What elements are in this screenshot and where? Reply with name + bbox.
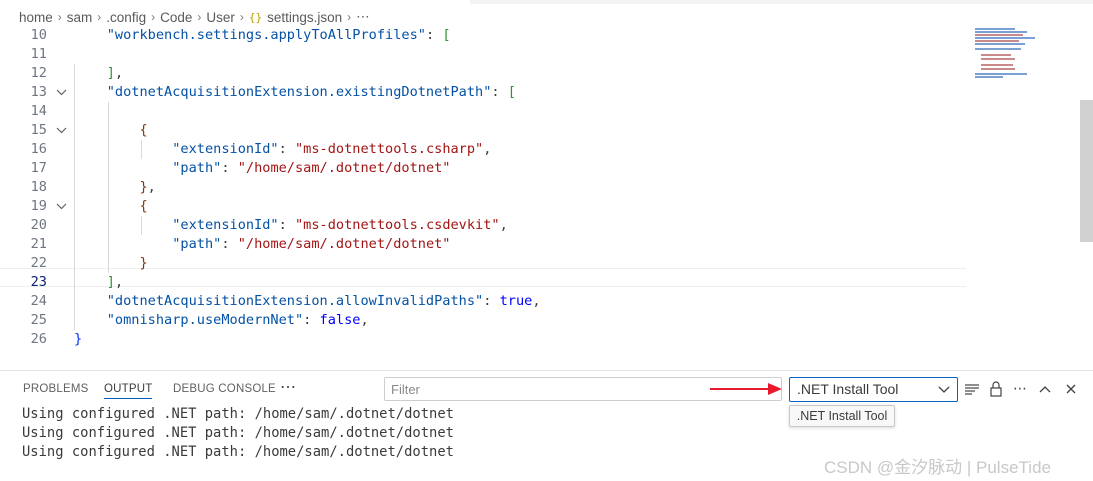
line-number: 13	[30, 84, 47, 100]
watermark: CSDN @金汐脉动 | PulseTide	[824, 458, 1051, 477]
output-line: Using configured .NET path: /home/sam/.d…	[22, 444, 454, 460]
code-text: }	[139, 255, 148, 271]
lock-icon[interactable]	[987, 379, 1005, 399]
line-number: 21	[30, 236, 47, 252]
red-arrow-annotation	[710, 383, 782, 395]
line-number: 10	[30, 27, 47, 43]
output-channel-value: .NET Install Tool	[797, 381, 899, 397]
line-number: 25	[30, 312, 47, 328]
channel-tooltip: .NET Install Tool	[789, 405, 895, 427]
line-number: 26	[30, 331, 47, 347]
line-number: 17	[30, 160, 47, 176]
breadcrumb-user[interactable]: User	[206, 10, 235, 25]
output-channel-select[interactable]: .NET Install Tool	[789, 377, 958, 402]
code-text: "extensionId": "ms-dotnettools.csdevkit"…	[172, 217, 508, 233]
breadcrumb-more[interactable]: ⋯	[356, 9, 370, 25]
more-tabs-icon[interactable]: ⋯	[280, 377, 296, 397]
code-editor[interactable]: 10 "workbench.settings.applyToAllProfile…	[0, 26, 1093, 353]
code-text: ],	[106, 65, 124, 81]
tab-problems[interactable]: PROBLEMS	[23, 383, 89, 395]
line-number: 15	[30, 122, 47, 138]
code-text: "path": "/home/sam/.dotnet/dotnet"	[172, 160, 451, 176]
breadcrumb-file[interactable]: settings.json	[267, 10, 342, 25]
code-text: }	[74, 331, 83, 347]
breadcrumb-code[interactable]: Code	[160, 10, 192, 25]
breadcrumb-config[interactable]: .config	[106, 10, 146, 25]
code-text: "omnisharp.useModernNet": false,	[106, 312, 369, 328]
minimap[interactable]	[975, 26, 1045, 86]
code-text: "workbench.settings.applyToAllProfiles":…	[106, 27, 451, 43]
vertical-scrollbar[interactable]	[1080, 100, 1093, 242]
code-line[interactable]: 22 }	[0, 254, 966, 273]
chevron-down-icon	[938, 378, 950, 409]
code-line[interactable]: 17 "path": "/home/sam/.dotnet/dotnet"	[0, 159, 966, 178]
line-number: 12	[30, 65, 47, 81]
line-number: 16	[30, 141, 47, 157]
tab-debug-console[interactable]: DEBUG CONSOLE	[173, 383, 276, 395]
code-line[interactable]: 23 ],	[0, 273, 966, 292]
code-line[interactable]: 19 {	[0, 197, 966, 216]
line-number: 23	[30, 274, 47, 290]
code-text: },	[139, 179, 156, 195]
line-number: 24	[30, 293, 47, 309]
close-icon[interactable]	[1062, 379, 1080, 399]
code-line[interactable]: 12 ],	[0, 64, 966, 83]
code-text: {	[139, 122, 148, 138]
code-line[interactable]: 20 "extensionId": "ms-dotnettools.csdevk…	[0, 216, 966, 235]
code-line[interactable]: 14	[0, 102, 966, 121]
chevron-right-icon: ›	[347, 10, 352, 24]
chevron-right-icon: ›	[57, 10, 62, 24]
maximize-icon[interactable]	[1036, 379, 1054, 399]
breadcrumb-home[interactable]: home	[19, 10, 53, 25]
line-number: 22	[30, 255, 47, 271]
chevron-right-icon: ›	[151, 10, 156, 24]
line-number: 18	[30, 179, 47, 195]
output-line: Using configured .NET path: /home/sam/.d…	[22, 425, 454, 441]
code-line[interactable]: 11	[0, 45, 966, 64]
chevron-right-icon: ›	[239, 10, 244, 24]
code-text: "dotnetAcquisitionExtension.existingDotn…	[106, 84, 516, 100]
chevron-right-icon: ›	[197, 10, 202, 24]
word-wrap-icon[interactable]	[963, 379, 981, 399]
breadcrumb-sam[interactable]: sam	[67, 10, 93, 25]
line-number: 11	[30, 46, 47, 62]
panel-divider	[0, 370, 1093, 371]
code-line[interactable]: 21 "path": "/home/sam/.dotnet/dotnet"	[0, 235, 966, 254]
json-file-icon: {}	[248, 10, 263, 24]
chevron-right-icon: ›	[97, 10, 102, 24]
code-line[interactable]: 25 "omnisharp.useModernNet": false,	[0, 311, 966, 330]
code-line[interactable]: 16 "extensionId": "ms-dotnettools.csharp…	[0, 140, 966, 159]
code-text: "path": "/home/sam/.dotnet/dotnet"	[172, 236, 451, 252]
tab-output[interactable]: OUTPUT	[104, 383, 153, 399]
panel-tab-bar: PROBLEMS OUTPUT DEBUG CONSOLE ⋯	[0, 377, 380, 403]
code-line[interactable]: 13 "dotnetAcquisitionExtension.existingD…	[0, 83, 966, 102]
output-line: Using configured .NET path: /home/sam/.d…	[22, 406, 454, 422]
code-line[interactable]: 15 {	[0, 121, 966, 140]
code-line[interactable]: 26}	[0, 330, 966, 349]
code-text: "extensionId": "ms-dotnettools.csharp",	[172, 141, 492, 157]
code-line[interactable]: 18 },	[0, 178, 966, 197]
code-text: "dotnetAcquisitionExtension.allowInvalid…	[106, 293, 541, 309]
line-number: 19	[30, 198, 47, 214]
output-log: Using configured .NET path: /home/sam/.d…	[22, 405, 454, 462]
line-number: 20	[30, 217, 47, 233]
code-line[interactable]: 10 "workbench.settings.applyToAllProfile…	[0, 26, 966, 45]
code-text: {	[139, 198, 148, 214]
code-text: ],	[106, 274, 124, 290]
more-actions-icon[interactable]: ⋯	[1011, 379, 1029, 399]
line-number: 14	[30, 103, 47, 119]
code-line[interactable]: 24 "dotnetAcquisitionExtension.allowInva…	[0, 292, 966, 311]
